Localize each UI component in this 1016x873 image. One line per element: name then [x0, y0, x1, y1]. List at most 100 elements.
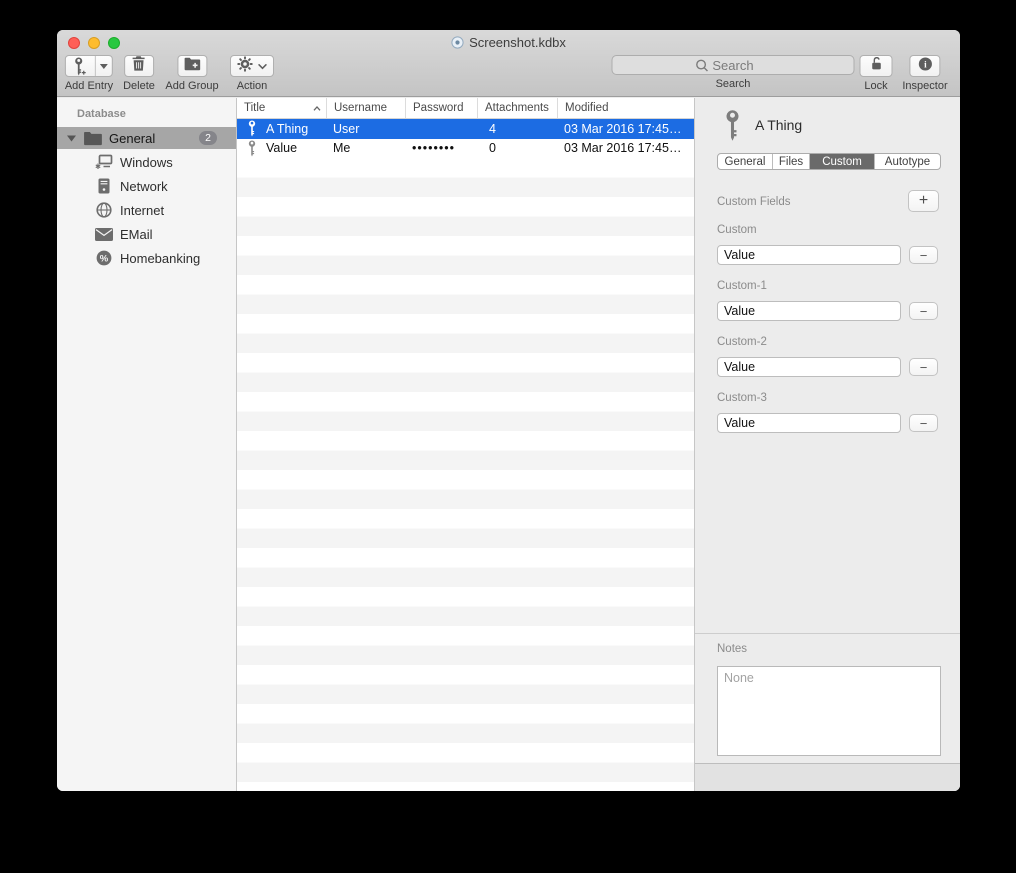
inspector-footer-bar — [695, 763, 960, 791]
table-body: A Thing User 4 03 Mar 2016 17:45… Value … — [237, 119, 694, 791]
sidebar-item-label: Internet — [120, 203, 164, 218]
delete-button[interactable] — [124, 55, 154, 77]
cell-modified: 03 Mar 2016 17:45… — [558, 122, 694, 136]
svg-text:%: % — [100, 253, 109, 264]
sidebar-section-header: Database — [77, 108, 126, 120]
column-header-password[interactable]: Password — [406, 98, 478, 118]
lock-label: Lock — [864, 80, 887, 92]
inspector-button[interactable]: i — [910, 55, 941, 77]
cell-password: •••••••• — [406, 141, 478, 155]
cell-username: User — [327, 122, 406, 136]
add-group-label: Add Group — [165, 80, 218, 92]
key-icon — [247, 140, 257, 157]
custom-fields-heading: Custom Fields — [717, 196, 791, 208]
key-icon — [247, 120, 257, 137]
entry-count-badge: 2 — [199, 131, 217, 145]
toolbar-item-lock: Lock — [860, 55, 893, 92]
windows-icon — [95, 154, 113, 170]
sidebar-item-label: Homebanking — [120, 251, 200, 266]
inspector-entry-title: A Thing — [755, 117, 802, 133]
tab-custom[interactable]: Custom — [810, 154, 875, 169]
remove-custom-field-button[interactable]: − — [909, 358, 938, 376]
notes-heading: Notes — [717, 643, 747, 655]
add-entry-button[interactable] — [65, 55, 113, 77]
app-window: Screenshot.kdbx Add Entry Delete — [57, 30, 960, 791]
custom-field-input[interactable] — [717, 357, 901, 377]
window-title: Screenshot.kdbx — [469, 35, 566, 50]
custom-field-label: Custom-1 — [717, 280, 767, 292]
search-input[interactable] — [613, 56, 854, 74]
custom-field-input[interactable] — [717, 245, 901, 265]
tab-files[interactable]: Files — [773, 154, 810, 169]
toolbar-item-inspector: i Inspector — [902, 55, 947, 92]
cell-modified: 03 Mar 2016 17:45… — [558, 141, 694, 155]
cell-title: A Thing — [266, 122, 308, 136]
trash-icon — [131, 55, 146, 77]
sidebar-item-homebanking[interactable]: % Homebanking — [95, 246, 200, 270]
inspector-panel: A Thing General Files Custom Autotype Cu… — [695, 98, 960, 791]
sidebar-item-label: Windows — [120, 155, 173, 170]
add-group-button[interactable] — [177, 55, 207, 77]
action-label: Action — [237, 80, 268, 92]
toolbar-item-add-group: Add Group — [165, 55, 218, 92]
titlebar-toolbar: Screenshot.kdbx Add Entry Delete — [57, 30, 960, 97]
inspector-label: Inspector — [902, 80, 947, 92]
server-icon — [95, 178, 113, 194]
sidebar-item-internet[interactable]: Internet — [95, 198, 164, 222]
toolbar-item-delete: Delete — [123, 55, 155, 92]
sidebar-group-general[interactable]: General 2 — [57, 127, 236, 149]
table-header: Title Username Password Attachments Modi… — [237, 98, 694, 119]
action-button[interactable] — [230, 55, 274, 77]
cell-username: Me — [327, 141, 406, 155]
column-header-title[interactable]: Title — [237, 98, 327, 118]
sidebar-item-windows[interactable]: Windows — [95, 150, 173, 174]
remove-custom-field-button[interactable]: − — [909, 302, 938, 320]
notes-divider — [695, 633, 960, 634]
window-title-row: Screenshot.kdbx — [57, 35, 960, 52]
toolbar-item-action: Action — [230, 55, 274, 92]
search-field[interactable] — [612, 55, 855, 75]
delete-label: Delete — [123, 80, 155, 92]
chevron-down-icon — [258, 57, 267, 75]
toolbar-item-search: Search — [612, 55, 855, 90]
custom-field-label: Custom-2 — [717, 336, 767, 348]
custom-field-input[interactable] — [717, 413, 901, 433]
info-circle-icon: i — [917, 56, 933, 77]
table-row-selected[interactable]: A Thing User 4 03 Mar 2016 17:45… — [237, 119, 694, 139]
column-header-modified[interactable]: Modified — [558, 98, 694, 118]
folder-icon — [83, 131, 102, 146]
search-icon — [695, 59, 708, 72]
globe-icon — [95, 202, 113, 218]
entry-key-icon — [723, 108, 742, 148]
cell-attachments: 0 — [478, 141, 558, 155]
sidebar-item-email[interactable]: EMail — [95, 222, 153, 246]
add-entry-dropdown-arrow-icon[interactable] — [94, 56, 112, 76]
document-icon — [451, 36, 464, 52]
folder-plus-icon — [183, 57, 201, 76]
add-custom-field-button[interactable]: + — [908, 190, 939, 212]
envelope-icon — [95, 228, 113, 241]
disclosure-triangle-icon[interactable] — [67, 135, 76, 142]
lock-button[interactable] — [860, 55, 893, 77]
sidebar: Database General 2 Windows — [57, 98, 237, 791]
sidebar-item-network[interactable]: Network — [95, 174, 168, 198]
sidebar-item-label: EMail — [120, 227, 153, 242]
svg-text:i: i — [924, 59, 927, 69]
custom-field-label: Custom-3 — [717, 392, 767, 404]
tab-autotype[interactable]: Autotype — [875, 154, 940, 169]
column-header-username[interactable]: Username — [327, 98, 406, 118]
window-content: Database General 2 Windows — [57, 98, 960, 791]
search-label: Search — [716, 78, 751, 90]
cell-title: Value — [266, 141, 297, 155]
custom-field-input[interactable] — [717, 301, 901, 321]
entry-table: Title Username Password Attachments Modi… — [237, 98, 695, 791]
remove-custom-field-button[interactable]: − — [909, 414, 938, 432]
cell-attachments: 4 — [478, 122, 558, 136]
column-header-attachments[interactable]: Attachments — [478, 98, 558, 118]
remove-custom-field-button[interactable]: − — [909, 246, 938, 264]
notes-textarea[interactable] — [717, 666, 941, 756]
table-row[interactable]: Value Me •••••••• 0 03 Mar 2016 17:45… — [237, 139, 694, 159]
gear-icon — [237, 56, 253, 77]
key-plus-icon[interactable] — [66, 56, 94, 76]
tab-general[interactable]: General — [718, 154, 773, 169]
